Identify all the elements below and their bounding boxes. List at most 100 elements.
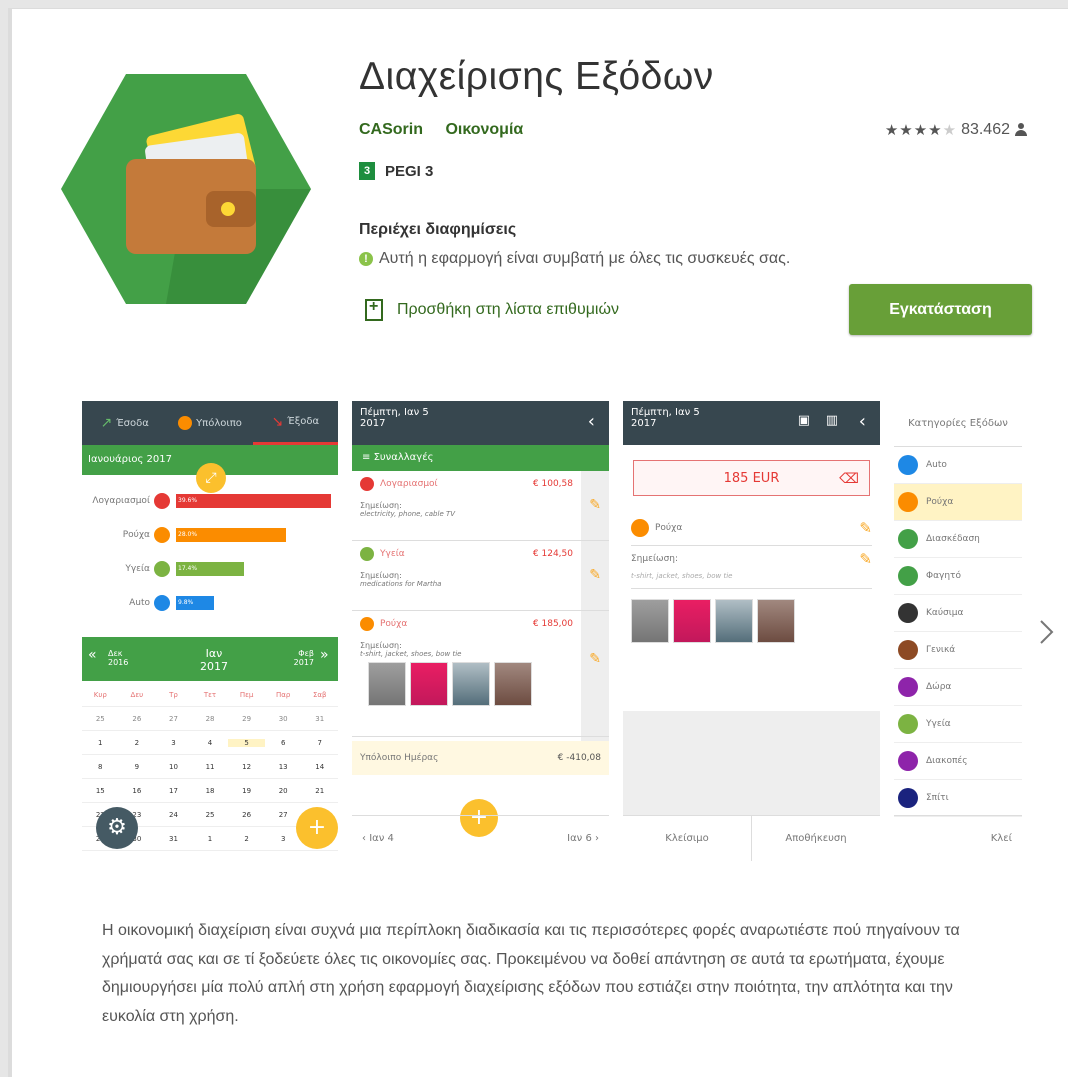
cal-day: 3 — [171, 738, 176, 747]
pencil-icon: ✎ — [589, 651, 601, 667]
txn-amount: € 124,50 — [532, 549, 573, 559]
screenshot-4[interactable]: Κατηγορίες Εξόδων Auto Ρούχα Διασκέδαση … — [894, 401, 1022, 861]
s1-tab-label: Έσοδα — [116, 417, 149, 429]
s1-cal-current: Ιαν 2017 — [200, 647, 228, 673]
txn-note-label: Σημείωση: — [360, 641, 402, 650]
s1-tab-label: Έξοδα — [287, 416, 320, 427]
add-to-wishlist-button[interactable]: Προσθήκη στη λίστα επιθυμιών — [365, 298, 619, 321]
cal-day: 27 — [168, 714, 178, 723]
content-rating: 3 PEGI 3 — [359, 162, 433, 180]
s1-tab-expenses: ↘ Έξοδα — [252, 401, 338, 445]
s1-tab-label: Υπόλοιπο — [196, 417, 242, 429]
txn-amount: € 185,00 — [532, 619, 573, 629]
bar-row: Λογαριασμοί 39.6% — [82, 493, 338, 509]
s3-header: Πέμπτη, Ιαν 5 2017 ▣ ▥ ‹ — [623, 401, 880, 445]
category-label: Σπίτι — [926, 793, 949, 803]
bowtie-photo — [452, 662, 490, 706]
gear-icon: ⚙ — [96, 807, 138, 849]
screenshot-3[interactable]: Πέμπτη, Ιαν 5 2017 ▣ ▥ ‹ 185 EUR ⌫ Ρούχα… — [623, 401, 880, 861]
cal-day: 4 — [207, 738, 213, 747]
weekday: Πεμ — [239, 690, 254, 699]
weekday: Τετ — [203, 690, 217, 699]
s1-tabs: ↗ Έσοδα Υπόλοιπο ↘ Έξοδα — [82, 401, 338, 445]
cal-day: 18 — [205, 786, 215, 795]
bar-row: Ρούχα 28.0% — [82, 527, 338, 543]
app-details-page: Διαχείρισης Εξόδων CASorin Οικονομία ★★★… — [8, 8, 1068, 1077]
category-label: Διασκέδαση — [926, 534, 980, 544]
s3-close: Κλείσιμο — [623, 815, 752, 861]
s3-note-row: Σημείωση: ✎ — [631, 546, 872, 572]
s3-category: Ρούχα — [631, 518, 682, 537]
cal-week: 25 26 27 28 29 30 31 — [82, 707, 338, 731]
category-item: Σπίτι — [894, 780, 1022, 817]
list-icon: ≡ — [362, 452, 374, 463]
weekday: Σαβ — [313, 690, 327, 699]
s2-section-bar: ≡ Συναλλαγές — [352, 445, 609, 471]
category-link[interactable]: Οικονομία — [445, 121, 523, 138]
cal-day: 15 — [95, 786, 105, 795]
cal-day: 26 — [132, 714, 142, 723]
rating-count: 83.462 — [961, 121, 1010, 138]
txn-note-label: Σημείωση: — [360, 571, 402, 580]
developer-row: CASorin Οικονομία — [359, 121, 541, 139]
txn-category-label: Υγεία — [380, 549, 405, 559]
bar-fill: 9.8% — [176, 596, 214, 610]
chevron-left-icon: ‹ — [587, 411, 595, 432]
cal-day: 12 — [242, 762, 252, 771]
category-item: Φαγητό — [894, 558, 1022, 595]
s2-next-day: Ιαν 6 › — [567, 833, 599, 844]
cal-day: 1 — [98, 738, 103, 747]
contains-ads-label: Περιέχει διαφημίσεις — [359, 221, 517, 238]
txn-item: Υγεία € 124,50 Σημείωση: medications for… — [352, 541, 609, 611]
install-button[interactable]: Εγκατάσταση — [849, 284, 1032, 335]
pencil-icon: ✎ — [859, 518, 872, 537]
person-icon — [1014, 123, 1028, 137]
jacket-photo — [673, 599, 711, 643]
cal-day: 8 — [98, 762, 103, 771]
tshirt-photo — [631, 599, 669, 643]
camera-icon: ▣ — [797, 413, 810, 428]
screenshot-1[interactable]: ↗ Έσοδα Υπόλοιπο ↘ Έξοδα Ιανουάριος 2017 ⤢… — [82, 401, 338, 861]
balance-icon — [178, 416, 193, 430]
developer-link[interactable]: CASorin — [359, 121, 423, 138]
category-label: Auto — [926, 460, 947, 470]
screenshot-2[interactable]: Πέμπτη, Ιαν 5 2017 ‹ ≡ Συναλλαγές Λογαρι… — [352, 401, 609, 861]
cal-day: 3 — [280, 834, 286, 843]
cal-day: 7 — [317, 738, 322, 747]
s2-footer: ‹ Ιαν 4 Ιαν 6 › — [352, 815, 609, 861]
s2-balance-value: € -410,08 — [557, 753, 601, 763]
cal-day: 1 — [207, 834, 213, 843]
fuel-icon — [898, 603, 918, 623]
cal-day: 10 — [168, 762, 178, 771]
txn-item: Ρούχα € 185,00 Σημείωση: t-shirt, jacket… — [352, 611, 609, 737]
cal-day: 16 — [132, 786, 142, 795]
weekday: Κυρ — [93, 690, 107, 699]
health-icon — [154, 561, 170, 577]
chevron-right-icon[interactable] — [1036, 617, 1056, 647]
category-item: Διακοπές — [894, 743, 1022, 780]
food-icon — [898, 566, 918, 586]
tshirt-photo — [368, 662, 406, 706]
bills-icon — [360, 477, 374, 491]
chevron-left-icon: ‹ — [858, 411, 866, 432]
cal-day: 28 — [205, 714, 215, 723]
cal-day: 31 — [168, 834, 178, 843]
category-item: Καύσιμα — [894, 595, 1022, 632]
category-item: Auto — [894, 447, 1022, 484]
txn-category-label: Ρούχα — [380, 619, 408, 629]
txn-photos — [360, 658, 601, 710]
category-label: Υγεία — [926, 719, 951, 729]
s2-prev-day: ‹ Ιαν 4 — [362, 833, 394, 844]
s2-year: 2017 — [360, 418, 386, 429]
trash-icon: ▥ — [825, 413, 838, 428]
s3-photos — [623, 589, 880, 647]
bar-label: Ρούχα — [122, 530, 150, 540]
bowtie-photo — [715, 599, 753, 643]
bills-icon — [154, 493, 170, 509]
s1-calendar-header: « Δεκ 2016 Ιαν 2017 Φεβ 2017 » — [82, 637, 338, 681]
category-label: Δώρα — [926, 682, 952, 692]
category-item: Υγεία — [894, 706, 1022, 743]
shoes-photo — [757, 599, 795, 643]
s2-balance-row: Υπόλοιπο Ημέρας € -410,08 — [352, 741, 609, 775]
s2-header: Πέμπτη, Ιαν 5 2017 ‹ — [352, 401, 609, 445]
